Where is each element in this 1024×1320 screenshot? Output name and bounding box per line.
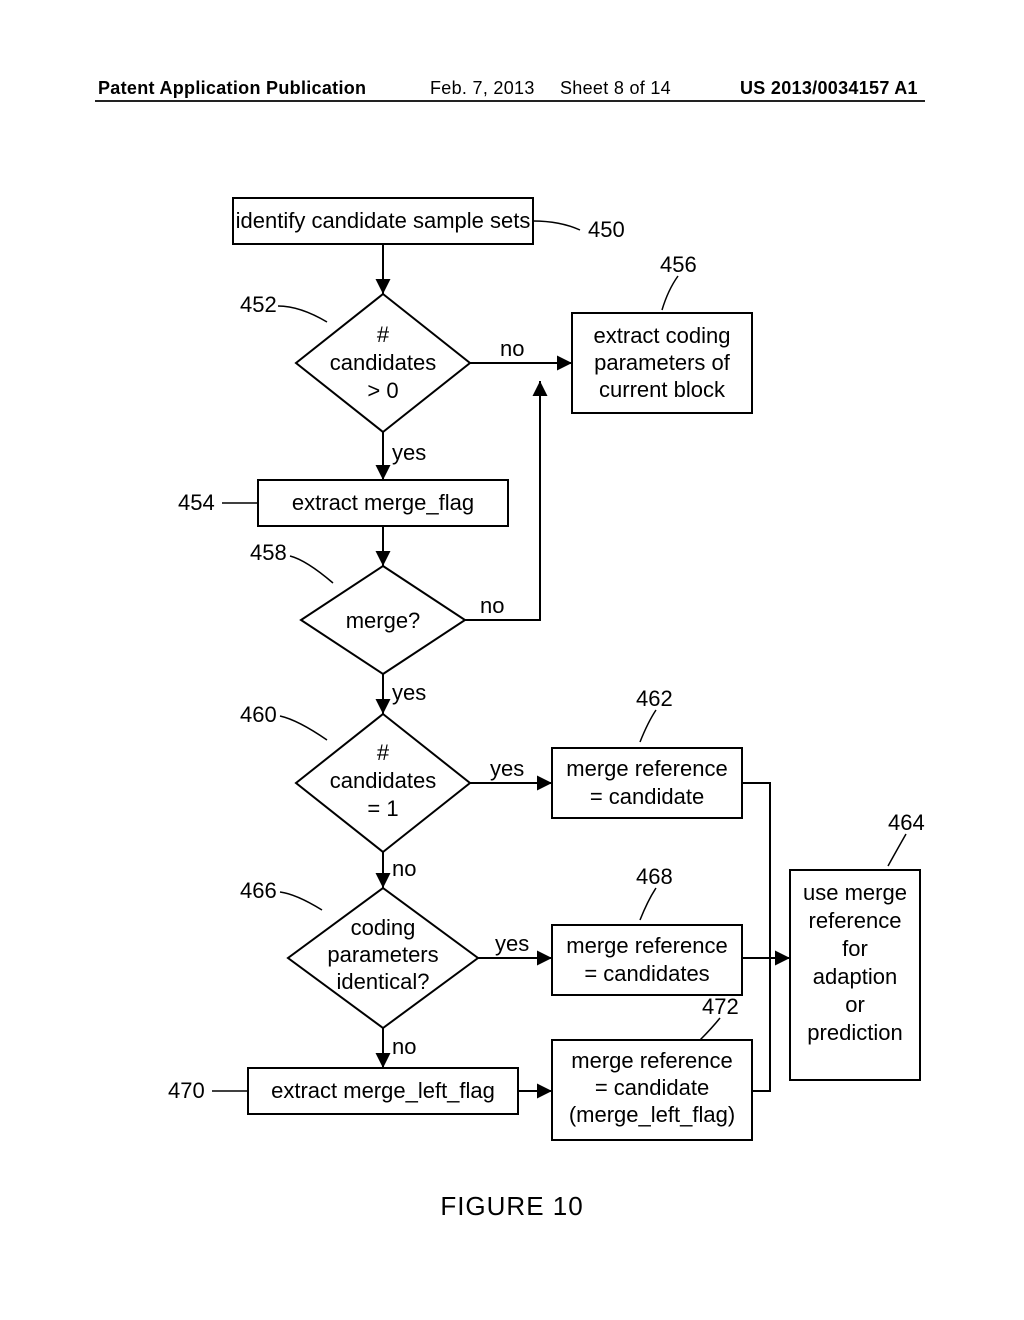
ref-472: 472 xyxy=(702,994,739,1019)
d466-l3: identical? xyxy=(337,969,430,994)
b462-l1: merge reference xyxy=(566,756,727,781)
ref-452: 452 xyxy=(240,292,277,317)
patent-page: Patent Application Publication Feb. 7, 2… xyxy=(0,0,1024,1320)
figure-caption: FIGURE 10 xyxy=(440,1191,583,1221)
d452-l2: candidates xyxy=(330,350,436,375)
b456-l1: extract coding xyxy=(594,323,731,348)
b464-l1: use merge xyxy=(803,880,907,905)
ref-454: 454 xyxy=(178,490,215,515)
d458-text: merge? xyxy=(346,608,421,633)
b454-text: extract merge_flag xyxy=(292,490,474,515)
d460-l3: = 1 xyxy=(367,796,398,821)
d460-l2: candidates xyxy=(330,768,436,793)
ref-466: 466 xyxy=(240,878,277,903)
b464-l2: reference xyxy=(809,908,902,933)
b472-l2: = candidate xyxy=(595,1075,709,1100)
d466-l2: parameters xyxy=(327,942,438,967)
flowchart-svg: identify candidate sample sets 450 # can… xyxy=(0,0,1024,1320)
d466-l1: coding xyxy=(351,915,416,940)
b472-l3: (merge_left_flag) xyxy=(569,1102,735,1127)
edge-458-no: no xyxy=(480,593,504,618)
b464-l3: for xyxy=(842,936,868,961)
b470-text: extract merge_left_flag xyxy=(271,1078,495,1103)
b468-l2: = candidates xyxy=(584,961,709,986)
leader-450 xyxy=(533,221,580,230)
box-450-text: identify candidate sample sets xyxy=(236,208,531,233)
d452-l1: # xyxy=(377,322,390,347)
ref-450: 450 xyxy=(588,217,625,242)
b468-l1: merge reference xyxy=(566,933,727,958)
ref-470: 470 xyxy=(168,1078,205,1103)
b462-l2: = candidate xyxy=(590,784,704,809)
b456-l2: parameters of xyxy=(594,350,731,375)
edge-452-no: no xyxy=(500,336,524,361)
edge-452-yes: yes xyxy=(392,440,426,465)
b456-l3: current block xyxy=(599,377,726,402)
ref-456: 456 xyxy=(660,252,697,277)
ref-464: 464 xyxy=(888,810,925,835)
edge-458-yes: yes xyxy=(392,680,426,705)
d460-l1: # xyxy=(377,740,390,765)
edge-466-no: no xyxy=(392,1034,416,1059)
edge-460-no: no xyxy=(392,856,416,881)
b464-l4: adaption xyxy=(813,964,897,989)
b464-l6: prediction xyxy=(807,1020,902,1045)
b464-l5: or xyxy=(845,992,865,1017)
ref-460: 460 xyxy=(240,702,277,727)
edge-460-yes: yes xyxy=(490,756,524,781)
ref-462: 462 xyxy=(636,686,673,711)
d452-l3: > 0 xyxy=(367,378,398,403)
ref-458: 458 xyxy=(250,540,287,565)
ref-468: 468 xyxy=(636,864,673,889)
edge-466-yes: yes xyxy=(495,931,529,956)
b472-l1: merge reference xyxy=(571,1048,732,1073)
